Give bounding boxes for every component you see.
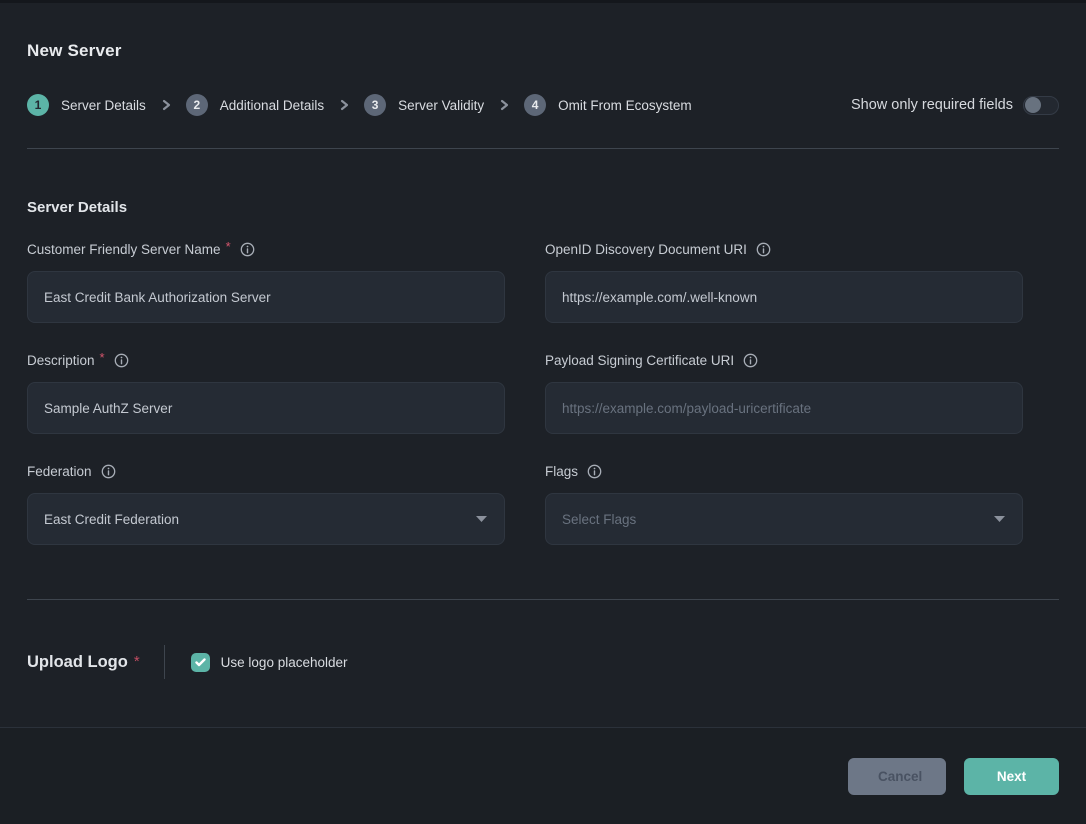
wizard-header: New Server 1 Server Details 2 Additional… [0, 3, 1086, 149]
field-label: Federation [27, 464, 92, 479]
caret-down-icon [475, 515, 488, 523]
info-icon[interactable] [743, 353, 758, 368]
next-button[interactable]: Next [964, 758, 1059, 795]
step-omit-from-ecosystem[interactable]: 4 Omit From Ecosystem [524, 94, 692, 116]
server-name-input[interactable] [27, 271, 505, 323]
checkbox-label: Use logo placeholder [221, 655, 348, 670]
toggle-knob [1025, 97, 1041, 113]
field-label: Description [27, 353, 95, 368]
page-title: New Server [27, 41, 1059, 61]
info-icon[interactable] [756, 242, 771, 257]
field-openid-uri: OpenID Discovery Document URI [545, 240, 1023, 323]
federation-select-value: East Credit Federation [44, 512, 179, 527]
step-label: Server Validity [398, 98, 484, 113]
field-label: Customer Friendly Server Name [27, 242, 221, 257]
stepper: 1 Server Details 2 Additional Details 3 … [27, 94, 692, 116]
show-required-toggle-group: Show only required fields [851, 96, 1059, 115]
chevron-right-icon [338, 99, 350, 111]
checkbox-checked-icon[interactable] [191, 653, 210, 672]
flags-select-placeholder: Select Flags [562, 512, 636, 527]
new-server-page: New Server 1 Server Details 2 Additional… [0, 3, 1086, 824]
field-flags: Flags Select Flags [545, 462, 1023, 545]
upload-logo-section: Upload Logo * Use logo placeholder [27, 644, 1059, 680]
openid-uri-input[interactable] [545, 271, 1023, 323]
use-logo-placeholder-option[interactable]: Use logo placeholder [191, 653, 348, 672]
step-label: Additional Details [220, 98, 324, 113]
vertical-divider [164, 645, 165, 679]
step-label: Omit From Ecosystem [558, 98, 692, 113]
payload-cert-uri-input[interactable] [545, 382, 1023, 434]
field-label: Payload Signing Certificate URI [545, 353, 734, 368]
federation-select[interactable]: East Credit Federation [27, 493, 505, 545]
required-asterisk: * [100, 350, 105, 365]
caret-down-icon [993, 515, 1006, 523]
field-payload-cert-uri: Payload Signing Certificate URI [545, 351, 1023, 434]
form-grid: Customer Friendly Server Name * OpenID Di… [27, 240, 1059, 545]
show-required-toggle[interactable] [1023, 96, 1059, 115]
flags-select[interactable]: Select Flags [545, 493, 1023, 545]
step-number-badge: 1 [27, 94, 49, 116]
required-asterisk: * [226, 239, 231, 254]
step-number-badge: 4 [524, 94, 546, 116]
cancel-button[interactable]: Cancel [848, 758, 946, 795]
info-icon[interactable] [114, 353, 129, 368]
step-number-badge: 2 [186, 94, 208, 116]
show-required-toggle-label: Show only required fields [851, 97, 1013, 113]
info-icon[interactable] [240, 242, 255, 257]
step-label: Server Details [61, 98, 146, 113]
step-server-validity[interactable]: 3 Server Validity [364, 94, 484, 116]
wizard-footer: Cancel Next [0, 727, 1086, 824]
chevron-right-icon [160, 99, 172, 111]
field-server-name: Customer Friendly Server Name * [27, 240, 505, 323]
chevron-right-icon [498, 99, 510, 111]
step-additional-details[interactable]: 2 Additional Details [186, 94, 324, 116]
field-label: Flags [545, 464, 578, 479]
step-number-badge: 3 [364, 94, 386, 116]
upload-logo-title: Upload Logo [27, 653, 128, 672]
step-server-details[interactable]: 1 Server Details [27, 94, 146, 116]
server-details-form: Server Details Customer Friendly Server … [0, 149, 1086, 727]
info-icon[interactable] [587, 464, 602, 479]
required-asterisk: * [134, 653, 140, 670]
section-title: Server Details [27, 199, 1059, 216]
field-federation: Federation East Credit Federation [27, 462, 505, 545]
info-icon[interactable] [101, 464, 116, 479]
section-divider [27, 599, 1059, 600]
field-label: OpenID Discovery Document URI [545, 242, 747, 257]
field-description: Description * [27, 351, 505, 434]
description-input[interactable] [27, 382, 505, 434]
